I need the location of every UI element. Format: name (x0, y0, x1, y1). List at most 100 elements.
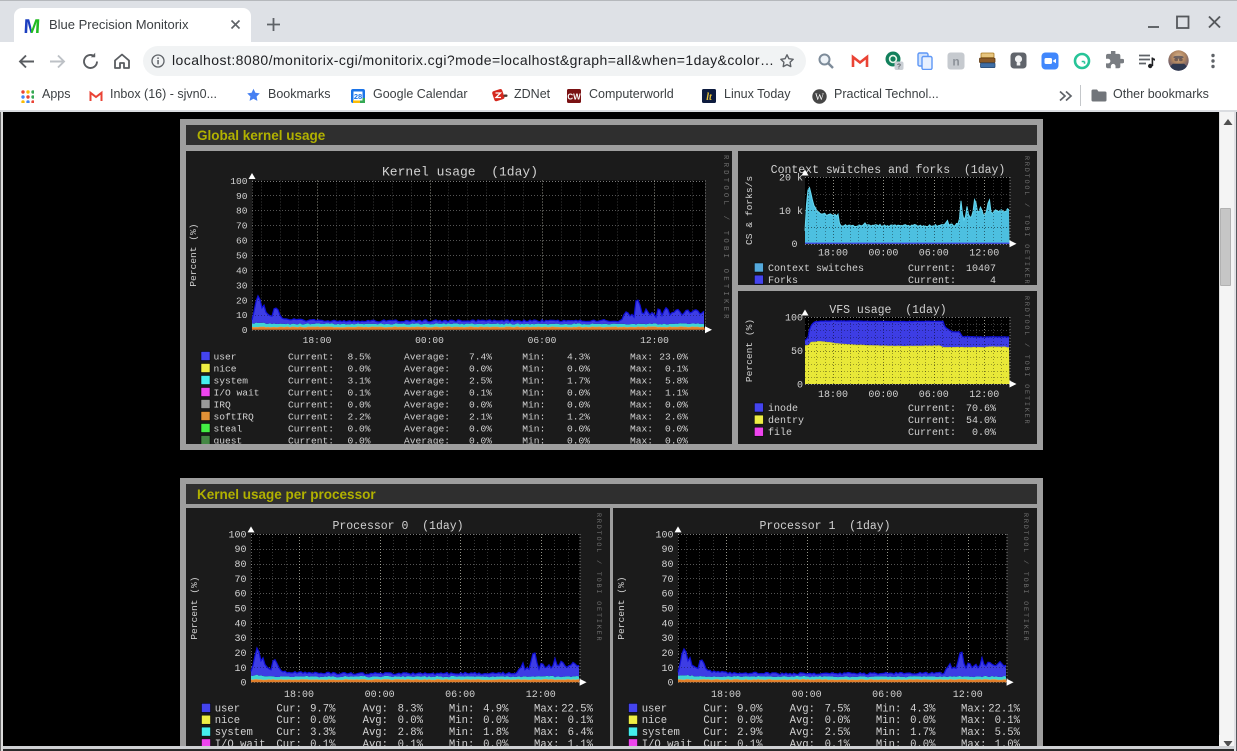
svg-text:Max:: Max: (630, 363, 653, 374)
svg-text:Current:: Current: (288, 411, 334, 422)
svg-text:60: 60 (236, 236, 248, 247)
svg-text:Max:: Max: (534, 703, 559, 715)
svg-text:I/O wait: I/O wait (214, 387, 260, 398)
svg-text:Max:: Max: (961, 715, 986, 727)
svg-text:18:00: 18:00 (711, 690, 741, 701)
svg-text:50: 50 (234, 605, 246, 616)
svg-text:Max:: Max: (534, 727, 559, 739)
svg-text:RRDTOOL / TOBI OETIKER: RRDTOOL / TOBI OETIKER (594, 513, 602, 642)
svg-text:RRDTOOL / TOBI OETIKER: RRDTOOL / TOBI OETIKER (721, 155, 729, 322)
svg-text:system: system (642, 727, 680, 739)
svg-text:Max:: Max: (630, 435, 653, 444)
svg-text:0.0%: 0.0% (347, 435, 370, 444)
svg-text:30: 30 (661, 634, 673, 645)
svg-text:Min:: Min: (522, 423, 545, 434)
svg-text:7.5%: 7.5% (825, 703, 851, 715)
svg-text:4: 4 (990, 276, 996, 285)
svg-text:12:00: 12:00 (969, 249, 999, 260)
svg-text:8.3%: 8.3% (398, 703, 424, 715)
svg-text:100: 100 (785, 313, 803, 324)
svg-text:RRDTOOL / TOBI OETIKER: RRDTOOL / TOBI OETIKER (1022, 296, 1030, 425)
svg-text:RRDTOOL / TOBI OETIKER: RRDTOOL / TOBI OETIKER (1021, 513, 1029, 642)
svg-text:60: 60 (234, 590, 246, 601)
svg-text:12:00: 12:00 (526, 690, 556, 701)
svg-text:10 k: 10 k (779, 206, 803, 218)
svg-text:Kernel usage (1day): Kernel usage (1day) (382, 165, 538, 180)
svg-text:Max:: Max: (630, 375, 653, 386)
svg-text:Current:: Current: (288, 387, 334, 398)
svg-text:steal: steal (214, 423, 243, 434)
svg-text:06:00: 06:00 (445, 690, 475, 701)
svg-text:22.1%: 22.1% (988, 703, 1020, 715)
svg-text:Min:: Min: (876, 727, 901, 739)
svg-text:20: 20 (236, 295, 248, 306)
svg-text:Current:: Current: (288, 435, 334, 444)
svg-text:Cur:: Cur: (276, 727, 301, 739)
svg-text:70: 70 (234, 575, 246, 586)
svg-text:1.7%: 1.7% (567, 375, 590, 386)
svg-text:90: 90 (234, 545, 246, 556)
svg-text:Forks: Forks (768, 275, 798, 285)
svg-text:Avg:: Avg: (790, 715, 815, 727)
svg-text:file: file (768, 427, 792, 439)
svg-text:0.0%: 0.0% (910, 715, 936, 727)
svg-text:12:00: 12:00 (953, 690, 983, 701)
svg-text:0: 0 (242, 325, 248, 336)
svg-text:Cur:: Cur: (276, 715, 301, 727)
svg-text:Max:: Max: (961, 727, 986, 739)
svg-text:50: 50 (661, 605, 673, 616)
svg-text:28: 28 (354, 92, 362, 101)
svg-text:0: 0 (240, 679, 246, 690)
svg-text:54.0%: 54.0% (966, 416, 996, 427)
svg-text:Min:: Min: (449, 715, 474, 727)
svg-text:nice: nice (214, 363, 237, 374)
svg-text:0.0%: 0.0% (567, 387, 590, 398)
svg-text:Min:: Min: (522, 375, 545, 386)
svg-text:user: user (214, 351, 237, 362)
svg-text:8.5%: 8.5% (347, 351, 370, 362)
svg-text:5.8%: 5.8% (665, 375, 688, 386)
svg-text:12:00: 12:00 (969, 390, 999, 401)
svg-text:4.9%: 4.9% (483, 703, 509, 715)
svg-text:6.4%: 6.4% (568, 727, 594, 739)
svg-text:0.0%: 0.0% (567, 399, 590, 410)
svg-text:40: 40 (234, 619, 246, 630)
svg-text:Current:: Current: (288, 363, 334, 374)
svg-text:VFS usage (1day): VFS usage (1day) (829, 304, 946, 317)
svg-text:Min:: Min: (522, 351, 545, 362)
svg-text:CW: CW (567, 92, 581, 101)
svg-text:00:00: 00:00 (365, 690, 395, 701)
svg-text:20: 20 (234, 649, 246, 660)
svg-text:Average:: Average: (404, 363, 450, 374)
svg-text:2.9%: 2.9% (737, 727, 763, 739)
svg-text:12:00: 12:00 (640, 335, 669, 346)
svg-text:0: 0 (791, 240, 797, 251)
svg-text:0.0%: 0.0% (310, 715, 336, 727)
svg-text:18:00: 18:00 (284, 690, 314, 701)
svg-text:Processor 0 (1day): Processor 0 (1day) (332, 520, 463, 533)
svg-text:06:00: 06:00 (872, 690, 902, 701)
svg-text:Average:: Average: (404, 411, 450, 422)
svg-text:Current:: Current: (288, 351, 334, 362)
svg-text:0.0%: 0.0% (469, 423, 492, 434)
svg-text:Min:: Min: (449, 727, 474, 739)
svg-text:30: 30 (236, 280, 248, 291)
svg-text:0.1%: 0.1% (568, 715, 594, 727)
svg-text:IRQ: IRQ (214, 399, 232, 410)
svg-text:06:00: 06:00 (919, 390, 949, 401)
svg-text:Average:: Average: (404, 375, 450, 386)
svg-text:1.8%: 1.8% (483, 727, 509, 739)
svg-text:0.0%: 0.0% (567, 363, 590, 374)
svg-text:0.0%: 0.0% (347, 423, 370, 434)
svg-text:4.3%: 4.3% (910, 703, 936, 715)
svg-text:2.5%: 2.5% (825, 727, 851, 739)
svg-text:Min:: Min: (449, 703, 474, 715)
svg-text:70.6%: 70.6% (966, 404, 996, 415)
svg-text:Current:: Current: (288, 423, 334, 434)
svg-text:0.0%: 0.0% (665, 435, 688, 444)
svg-text:70: 70 (236, 221, 248, 232)
svg-text:0.0%: 0.0% (347, 363, 370, 374)
svg-text:06:00: 06:00 (528, 335, 557, 346)
svg-text:10: 10 (236, 310, 248, 321)
svg-text:Current:: Current: (908, 416, 956, 427)
